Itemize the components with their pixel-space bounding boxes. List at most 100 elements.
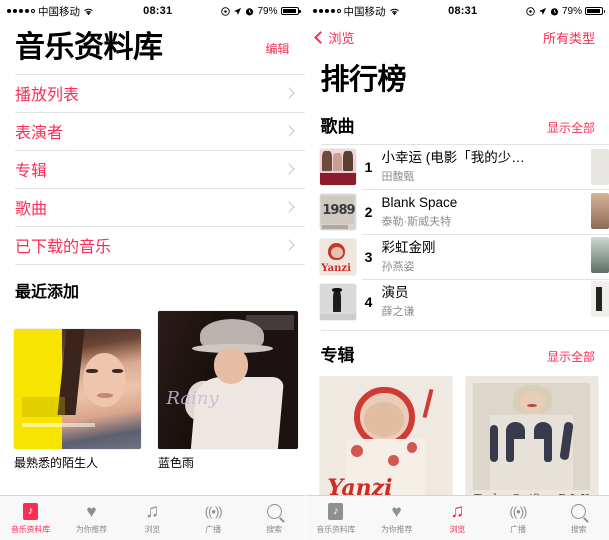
status-bar-left: 中国移动 08:31 7 xyxy=(0,0,305,22)
divider xyxy=(321,330,609,331)
heart-icon: ♥ xyxy=(86,502,96,522)
songs-list: 1 小幸运 (电影「我的少… 田馥甄 + 1989 2 Blank Space xyxy=(306,145,609,324)
all-genres-button[interactable]: 所有类型 xyxy=(543,28,595,47)
alarm-clock-icon xyxy=(550,7,559,16)
radio-icon: ((•)) xyxy=(205,502,222,522)
nav-label: 专辑 xyxy=(15,157,47,181)
album-card[interactable]: 最熟悉的陌生人 xyxy=(14,329,141,471)
tab-label: 音乐资料库 xyxy=(316,524,355,535)
tab-browse[interactable]: ♫ 浏览 xyxy=(122,502,183,535)
library-header: 音乐资料库 编辑 xyxy=(0,22,305,70)
back-button[interactable]: 浏览 xyxy=(316,28,355,47)
chevron-right-icon xyxy=(283,239,294,250)
song-artwork xyxy=(591,149,609,185)
tab-search[interactable]: 搜索 xyxy=(244,502,305,535)
song-rank: 4 xyxy=(356,294,382,310)
table-row[interactable]: 1 小幸运 (电影「我的少… 田馥甄 + xyxy=(306,145,609,189)
page-title: 音乐资料库 xyxy=(15,32,163,64)
song-meta: 彩虹金刚 孙燕姿 xyxy=(382,240,588,274)
sidebar-item-downloaded-music[interactable]: 已下载的音乐 xyxy=(15,226,305,264)
nav-label: 表演者 xyxy=(15,119,63,143)
recently-added-heading: 最近添加 xyxy=(15,278,305,302)
albums-section-header: 专辑 显示全部 xyxy=(306,341,609,366)
song-rank: 2 xyxy=(356,204,382,220)
carrier-name: 中国移动 xyxy=(344,4,386,19)
nav-label: 已下载的音乐 xyxy=(15,233,111,257)
list-bottom-divider xyxy=(15,264,305,265)
song-artist: 田馥甄 xyxy=(382,168,582,184)
table-row[interactable]: 1989 2 Blank Space 泰勒·斯威夫特 + xyxy=(306,190,609,234)
chevron-right-icon xyxy=(283,163,294,174)
tab-label: 广播 xyxy=(510,524,526,535)
chevron-right-icon xyxy=(283,201,294,212)
sidebar-item-artists[interactable]: 表演者 xyxy=(15,112,305,150)
tab-label: 搜索 xyxy=(266,524,282,535)
tab-for-you[interactable]: ♥ 为你推荐 xyxy=(366,502,427,535)
tab-library[interactable]: 音乐资料库 xyxy=(306,502,367,535)
sidebar-item-playlists[interactable]: 播放列表 xyxy=(15,74,305,112)
edit-button[interactable]: 编辑 xyxy=(265,40,289,64)
songs-section-header: 歌曲 显示全部 xyxy=(306,112,609,137)
song-rank: 1 xyxy=(356,159,382,175)
tab-radio[interactable]: ((•)) 广播 xyxy=(488,502,549,535)
tab-search[interactable]: 搜索 xyxy=(548,502,609,535)
signal-strength-icon xyxy=(313,9,341,13)
song-artwork xyxy=(591,281,609,317)
table-row[interactable]: 4 演员 薛之谦 + xyxy=(306,280,609,324)
alarm-clock-icon xyxy=(245,7,254,16)
battery-percentage: 79% xyxy=(257,6,277,17)
table-row[interactable]: Yanzi 3 彩虹金刚 孙燕姿 + xyxy=(306,235,609,279)
album-card[interactable]: Rainy 蓝色雨 xyxy=(158,311,298,471)
song-artwork xyxy=(320,149,356,185)
show-all-songs-button[interactable]: 显示全部 xyxy=(547,119,595,136)
section-heading: 专辑 xyxy=(321,341,355,366)
song-title: 小幸运 (电影「我的少… xyxy=(382,150,582,167)
charts-screen: 中国移动 08:31 7 xyxy=(306,0,609,540)
wifi-icon xyxy=(389,7,400,16)
tab-library[interactable]: 音乐资料库 xyxy=(0,502,61,535)
back-label: 浏览 xyxy=(329,28,355,47)
song-artist: 孙燕姿 xyxy=(382,258,582,274)
songs-next-page-peek[interactable] xyxy=(587,145,609,324)
chevron-left-icon xyxy=(314,31,327,44)
navigation-bar: 浏览 所有类型 xyxy=(306,22,609,50)
nav-label: 歌曲 xyxy=(15,195,47,219)
album-card[interactable]: Yanzi xyxy=(320,376,452,508)
tab-label: 浏览 xyxy=(144,524,160,535)
dual-screenshot-container: 中国移动 08:31 7 xyxy=(0,0,609,540)
tab-label: 音乐资料库 xyxy=(11,524,50,535)
tab-label: 为你推荐 xyxy=(381,524,412,535)
recently-added-grid: 最熟悉的陌生人 Rainy 蓝色雨 xyxy=(0,311,305,471)
song-meta: Blank Space 泰勒·斯威夫特 xyxy=(382,195,588,229)
tab-label: 为你推荐 xyxy=(76,524,107,535)
tab-browse[interactable]: ♫ 浏览 xyxy=(427,502,488,535)
tab-for-you[interactable]: ♥ 为你推荐 xyxy=(61,502,122,535)
album-card[interactable]: Taylor Swift D.L.X xyxy=(466,376,598,508)
album-title: 最熟悉的陌生人 xyxy=(14,454,141,471)
song-artist: 泰勒·斯威夫特 xyxy=(382,213,582,229)
songs-list-wrapper: 1 小幸运 (电影「我的少… 田馥甄 + 1989 2 Blank Space xyxy=(306,145,609,324)
status-bar-clock: 08:31 xyxy=(400,5,526,17)
nav-label: 播放列表 xyxy=(15,81,79,105)
song-artwork xyxy=(320,284,356,320)
status-bar-clock: 08:31 xyxy=(94,5,221,17)
sidebar-item-albums[interactable]: 专辑 xyxy=(15,150,305,188)
tab-radio[interactable]: ((•)) 广播 xyxy=(183,502,244,535)
song-artwork xyxy=(591,193,609,229)
tab-bar-left: 音乐资料库 ♥ 为你推荐 ♫ 浏览 ((•)) 广播 搜索 xyxy=(0,495,305,540)
sidebar-item-songs[interactable]: 歌曲 xyxy=(15,188,305,226)
song-meta: 演员 薛之谦 xyxy=(382,285,588,319)
location-services-icon xyxy=(526,7,535,16)
library-nav-list: 播放列表 表演者 专辑 歌曲 已下载的音乐 xyxy=(0,74,305,265)
tab-bar-right: 音乐资料库 ♥ 为你推荐 ♫ 浏览 ((•)) 广播 搜索 xyxy=(306,495,609,540)
song-title: Blank Space xyxy=(382,195,582,212)
albums-carousel: Yanzi Taylor Swift D.L.X xyxy=(306,376,609,508)
page-title: 排行榜 xyxy=(321,56,609,98)
music-note-icon: ♫ xyxy=(145,502,159,522)
tab-label: 广播 xyxy=(205,524,221,535)
status-bar-carrier-group: 中国移动 xyxy=(7,4,94,19)
song-artist: 薛之谦 xyxy=(382,303,582,319)
library-icon xyxy=(328,502,343,522)
show-all-albums-button[interactable]: 显示全部 xyxy=(547,348,595,365)
chevron-right-icon xyxy=(283,125,294,136)
